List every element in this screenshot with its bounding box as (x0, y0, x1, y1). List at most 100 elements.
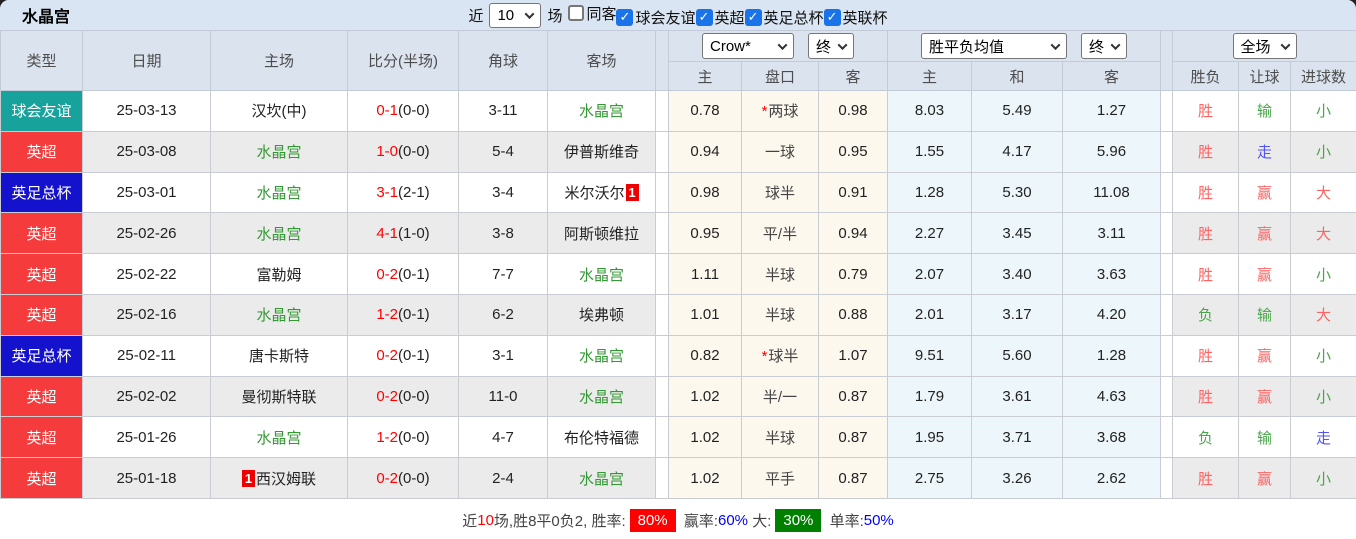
cell-corners: 3-4 (458, 171, 548, 214)
cell-handicap-result: 输 (1238, 416, 1292, 459)
match-row: 球会友谊 25-03-13 汉坎(中) 0-1(0-0) 3-11 水晶宫 0.78 *两球 0… (0, 90, 1356, 132)
cell-away-team: 埃弗顿 (547, 293, 656, 336)
summary-segment: 10 (477, 511, 494, 529)
cell-odds-away: 3.63 (1062, 253, 1162, 295)
cell-competition-type: 英超 (0, 293, 83, 336)
summary-segment: 80% (629, 508, 676, 532)
cell-handicap-away-odds: 0.88 (817, 293, 889, 336)
checked-checkbox-icon[interactable]: ✓ (616, 8, 634, 26)
cell-odds-home: 1.28 (887, 171, 973, 214)
team-name: 水晶宫 (578, 103, 624, 121)
team-name: 水晶宫 (256, 429, 302, 447)
cell-competition-type: 英超 (0, 253, 83, 295)
cell-date: 25-01-18 (82, 457, 211, 499)
separator-cell (655, 334, 669, 377)
cell-match-result: 胜 (1172, 375, 1240, 418)
summary-segment: 大: (748, 512, 772, 530)
full-time-score: 1-2 (376, 306, 398, 324)
match-count-value: 10 (497, 6, 515, 24)
cell-handicap-home-odds: 0.98 (668, 171, 742, 214)
half-time-score: (0-1) (398, 306, 430, 324)
separator-cell (655, 457, 669, 499)
cell-handicap-line: 半球 (741, 416, 819, 459)
team-name: 水晶宫 (578, 388, 624, 406)
scope-select[interactable]: 全场 (1232, 33, 1297, 59)
subheader-odds-draw: 和 (971, 61, 1064, 91)
cell-handicap-away-odds: 0.94 (817, 212, 889, 255)
checked-checkbox-icon[interactable]: ✓ (823, 8, 841, 26)
cell-odds-away: 1.28 (1062, 334, 1162, 377)
cell-score: 0-2(0-0) (347, 375, 459, 418)
cell-score: 3-1(2-1) (347, 171, 459, 214)
chevron-down-icon (837, 39, 848, 50)
separator-cell (1160, 334, 1174, 377)
average-dropdowns-cell: 胜平负均值 终 (887, 30, 1162, 62)
match-count-select[interactable]: 10 (489, 2, 542, 28)
half-time-score: (0-1) (398, 347, 430, 365)
cell-score: 0-1(0-0) (347, 90, 459, 132)
separator-cell (1160, 457, 1174, 499)
team-name: 水晶宫 (256, 307, 302, 325)
cell-competition-type: 英足总杯 (0, 171, 83, 214)
separator-cell (1160, 253, 1174, 295)
table-body: 球会友谊 25-03-13 汉坎(中) 0-1(0-0) 3-11 水晶宫 0.78 *两球 0… (0, 90, 1356, 499)
match-row: 英超 25-02-26 水晶宫 4-1(1-0) 3-8 阿斯顿维拉 0.95 平/半 0.94… (0, 212, 1356, 255)
half-time-score: (0-0) (398, 428, 430, 446)
scope-value: 全场 (1240, 38, 1271, 56)
cell-handicap-home-odds: 0.78 (668, 90, 742, 132)
cell-odds-draw: 3.40 (971, 253, 1064, 295)
cell-date: 25-03-01 (82, 171, 211, 214)
cell-away-team: 伊普斯维奇 (547, 130, 656, 173)
cell-handicap-home-odds: 1.01 (668, 293, 742, 336)
handicap-time-select[interactable]: 终 (808, 33, 855, 59)
separator-cell (655, 375, 669, 418)
separator-cell (655, 130, 669, 173)
cell-handicap-home-odds: 0.82 (668, 334, 742, 377)
team-name: 曼彻斯特联 (241, 388, 317, 406)
checked-checkbox-icon[interactable]: ✓ (695, 8, 713, 26)
cell-match-result: 负 (1172, 293, 1240, 336)
col-header-date: 日期 (82, 30, 211, 91)
average-time-select[interactable]: 终 (1081, 33, 1128, 59)
filter-label: 球会友谊 (635, 9, 696, 27)
handicap-line-text: 平/半 (762, 225, 798, 243)
separator-cell (1160, 416, 1174, 459)
match-row: 英超 25-02-02 曼彻斯特联 0-2(0-0) 11-0 水晶宫 1.02 半/一 0.8… (0, 375, 1356, 418)
cell-score: 0-2(0-1) (347, 334, 459, 377)
separator-column (655, 30, 669, 91)
cell-competition-type: 英超 (0, 130, 83, 173)
cell-home-team: 水晶宫 (210, 171, 348, 214)
cell-odds-draw: 3.61 (971, 375, 1064, 418)
cell-competition-type: 英超 (0, 416, 83, 459)
cell-odds-away: 3.11 (1062, 212, 1162, 255)
unchecked-checkbox-icon[interactable] (568, 5, 585, 21)
cell-odds-away: 2.62 (1062, 457, 1162, 499)
cell-handicap-line: 半球 (741, 293, 819, 336)
filter-label: 英超 (714, 9, 745, 27)
chevron-down-icon (1050, 39, 1061, 50)
separator-cell (655, 171, 669, 214)
cell-corners: 3-8 (458, 212, 548, 255)
cell-handicap-home-odds: 1.02 (668, 457, 742, 499)
full-time-score: 0-1 (376, 102, 398, 120)
bookmaker-select[interactable]: Crow* (702, 33, 794, 59)
cell-away-team: 米尔沃尔 1 (547, 171, 656, 214)
cell-goals-result: 大 (1290, 171, 1356, 214)
filter-label: 同客 (586, 5, 617, 23)
handicap-line-text: 球半 (764, 184, 795, 202)
cell-goals-result: 小 (1290, 130, 1356, 173)
average-select[interactable]: 胜平负均值 (921, 33, 1068, 59)
half-time-score: (0-0) (398, 143, 430, 161)
cell-handicap-away-odds: 1.07 (817, 334, 889, 377)
red-card-badge: 1 (625, 183, 639, 201)
cell-handicap-result: 赢 (1238, 253, 1292, 295)
cell-handicap-line: 平手 (741, 457, 819, 499)
bookmaker-value: Crow* (710, 37, 751, 55)
checked-checkbox-icon[interactable]: ✓ (744, 8, 762, 26)
red-card-badge: 1 (241, 469, 255, 487)
filter-controls: 近 10 场 同客 ✓ 球会友谊 ✓ 英超 ✓ 英足总杯 ✓ 英联杯 (468, 2, 888, 28)
cell-match-result: 胜 (1172, 90, 1240, 132)
handicap-line-text: 两球 (768, 103, 799, 121)
cell-match-result: 胜 (1172, 457, 1240, 499)
average-time-value: 终 (1089, 38, 1105, 56)
